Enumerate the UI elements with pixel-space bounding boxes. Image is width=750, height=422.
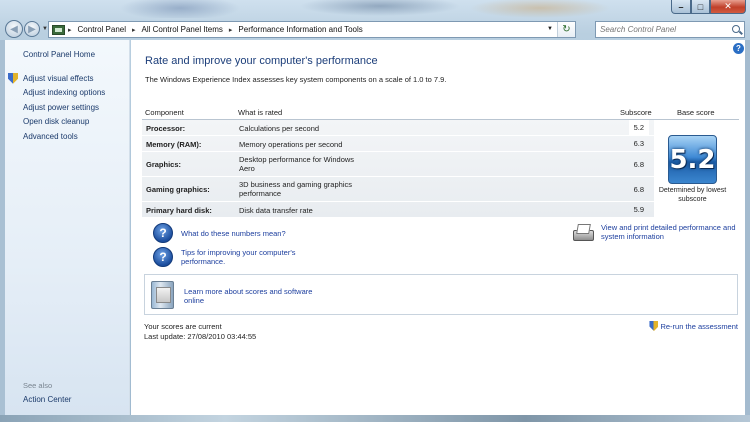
shield-icon: [649, 321, 659, 331]
subscore-value: 5.9: [633, 205, 644, 214]
help-icon[interactable]: ?: [733, 43, 744, 54]
shield-icon: [8, 72, 18, 84]
subscore-value: 6.8: [633, 184, 644, 194]
component-name: Primary hard disk:: [146, 206, 212, 215]
header-what-is-rated: What is rated: [238, 108, 283, 117]
forward-button[interactable]: ▶: [24, 21, 40, 37]
breadcrumb-control-panel[interactable]: Control Panel: [78, 25, 126, 34]
scores-status: Your scores are current: [144, 322, 222, 331]
subscore-value: 5.2: [629, 120, 649, 135]
component-name: Memory (RAM):: [146, 140, 202, 149]
intro-text: The Windows Experience Index assesses ke…: [145, 75, 447, 84]
score-table: Component What is rated Subscore Base sc…: [142, 104, 739, 218]
address-bar[interactable]: ▸ Control Panel ▸ All Control Panel Item…: [48, 21, 576, 38]
what-is-rated: Memory operations per second: [239, 140, 343, 149]
sidebar-item-visual-effects[interactable]: Adjust visual effects: [8, 71, 105, 86]
header-subscore: Subscore: [620, 108, 652, 117]
sidebar-item-indexing[interactable]: Adjust indexing options: [8, 86, 105, 101]
sidebar-tasks: Adjust visual effects Adjust indexing op…: [8, 71, 105, 144]
search-box[interactable]: [595, 21, 745, 38]
what-is-rated: Desktop performance for Windows Aero: [239, 155, 355, 173]
help-question-icon: ?: [153, 247, 173, 267]
titlebar-glass: [60, 0, 620, 18]
what-is-rated: 3D business and gaming graphics performa…: [239, 180, 352, 198]
what-is-rated: Calculations per second: [239, 124, 320, 133]
print-details-row: View and print detailed performance and …: [572, 223, 741, 241]
print-details-link[interactable]: View and print detailed performance and …: [601, 223, 741, 241]
numbers-meaning-link[interactable]: What do these numbers mean?: [181, 229, 321, 238]
table-row: Memory (RAM): Memory operations per seco…: [142, 136, 739, 152]
breadcrumb-all-items[interactable]: All Control Panel Items: [142, 25, 223, 34]
window-border-bottom: [0, 415, 750, 422]
component-name: Gaming graphics:: [146, 185, 210, 194]
rerun-link[interactable]: Re-run the assessment: [660, 322, 738, 331]
base-score-badge: 5.2: [668, 135, 717, 184]
learn-more-box: Learn more about scores and software onl…: [144, 274, 738, 315]
address-dropdown-icon[interactable]: ▼: [547, 26, 553, 32]
component-name: Processor:: [146, 124, 186, 133]
base-score-panel: 5.2 Determined by lowest subscore: [654, 120, 739, 218]
maximize-button[interactable]: □: [691, 0, 710, 14]
tips-link[interactable]: Tips for improving your computer's perfo…: [181, 248, 311, 266]
sidebar-item-label[interactable]: Adjust indexing options: [23, 88, 105, 97]
subscore-value: 6.3: [633, 139, 644, 148]
minimize-button[interactable]: –: [671, 0, 691, 14]
caption-buttons: – □ ✕: [671, 0, 746, 14]
sidebar-item-label[interactable]: Adjust visual effects: [23, 74, 94, 83]
search-input[interactable]: [600, 25, 720, 34]
rerun-assessment[interactable]: Re-run the assessment: [649, 321, 738, 331]
what-is-rated: Disk data transfer rate: [239, 206, 313, 215]
breadcrumb-separator[interactable]: ▸: [132, 26, 136, 34]
close-button[interactable]: ✕: [710, 0, 746, 14]
refresh-button[interactable]: ↻: [557, 22, 575, 37]
printer-icon: [572, 223, 594, 241]
last-update: Last update: 27/08/2010 03:44:55: [144, 332, 257, 341]
component-name: Graphics:: [146, 160, 182, 169]
base-score-caption: Determined by lowest subscore: [658, 187, 727, 203]
table-row: Processor: Calculations per second 5.2: [142, 120, 739, 136]
table-row: Graphics: Desktop performance for Window…: [142, 152, 739, 177]
table-header: Component What is rated Subscore Base sc…: [142, 104, 739, 120]
window-border-right: [745, 40, 750, 415]
learn-more-link[interactable]: Learn more about scores and software onl…: [184, 287, 324, 305]
page-title: Rate and improve your computer's perform…: [145, 55, 378, 67]
breadcrumb-separator[interactable]: ▸: [68, 26, 72, 34]
sidebar-item-label[interactable]: Adjust power settings: [23, 103, 99, 112]
sidebar-item-power[interactable]: Adjust power settings: [8, 100, 105, 115]
see-also-heading: See also: [23, 381, 53, 390]
sidebar: Control Panel Home Adjust visual effects…: [5, 40, 130, 415]
navigation-bar: ◀ ▶ ▼ ▸ Control Panel ▸ All Control Pane…: [0, 18, 750, 40]
control-panel-home-link[interactable]: Control Panel Home: [23, 50, 95, 59]
action-center-link[interactable]: Action Center: [23, 395, 71, 404]
search-icon[interactable]: [732, 25, 740, 33]
header-component: Component: [145, 108, 184, 117]
sidebar-item-disk-cleanup[interactable]: Open disk cleanup: [8, 115, 105, 130]
software-box-icon: [151, 281, 174, 309]
header-base-score: Base score: [677, 108, 715, 117]
help-question-icon: ?: [153, 223, 173, 243]
help-numbers-row: ? What do these numbers mean?: [153, 223, 321, 243]
subscore-value: 6.8: [633, 159, 644, 169]
sidebar-item-label[interactable]: Advanced tools: [23, 132, 78, 141]
main-content: Rate and improve your computer's perform…: [131, 40, 745, 415]
table-row: Gaming graphics: 3D business and gaming …: [142, 177, 739, 202]
control-panel-icon: [52, 24, 65, 35]
table-body: Processor: Calculations per second 5.2 M…: [142, 120, 739, 218]
breadcrumb-separator[interactable]: ▸: [229, 26, 233, 34]
window: – □ ✕ ◀ ▶ ▼ ▸ Control Panel ▸ All Contro…: [0, 0, 750, 422]
sidebar-item-advanced-tools[interactable]: Advanced tools: [8, 129, 105, 144]
breadcrumb-performance[interactable]: Performance Information and Tools: [238, 25, 362, 34]
table-row: Primary hard disk: Disk data transfer ra…: [142, 202, 739, 218]
sidebar-item-label[interactable]: Open disk cleanup: [23, 117, 89, 126]
help-tips-row: ? Tips for improving your computer's per…: [153, 247, 311, 267]
back-button[interactable]: ◀: [5, 20, 23, 38]
